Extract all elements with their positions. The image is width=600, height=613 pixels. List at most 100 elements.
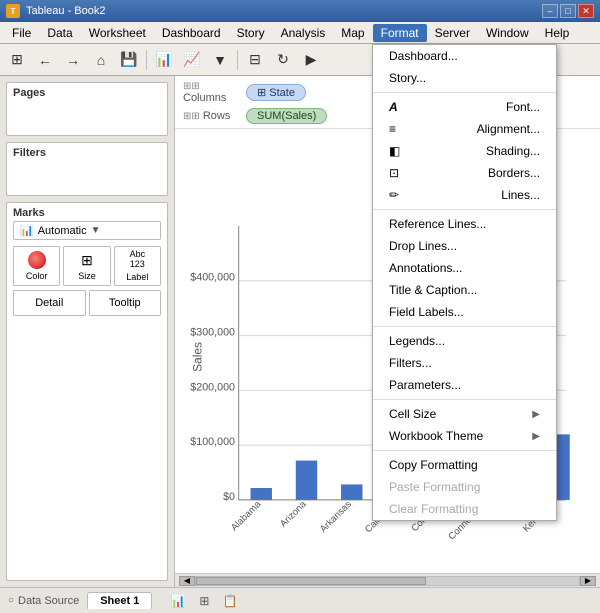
scrollbar-thumb[interactable] [196, 577, 426, 585]
format-reflines-item[interactable]: Reference Lines... [373, 213, 556, 235]
lines-icon: ✏ [389, 188, 399, 202]
new-sheet-icon[interactable]: 📊 [168, 591, 188, 611]
scroll-right-button[interactable]: ▶ [580, 576, 596, 586]
marks-bar-icon: 📊 [20, 224, 34, 237]
toolbar-chart3[interactable]: ▼ [207, 47, 233, 73]
svg-text:$100,000: $100,000 [190, 436, 235, 448]
bar-alabama[interactable] [251, 488, 272, 500]
new-dashboard-icon[interactable]: ⊞ [194, 591, 214, 611]
toolbar-refresh[interactable]: ↻ [270, 47, 296, 73]
svg-text:Alabama: Alabama [229, 499, 264, 534]
window-title: Tableau - Book2 [26, 5, 106, 17]
cellsize-arrow-icon: ▶ [532, 409, 540, 420]
menu-help[interactable]: Help [537, 24, 578, 42]
workbooktheme-arrow-icon: ▶ [532, 431, 540, 442]
marks-size-label: Size [78, 271, 96, 281]
bar-arkansas[interactable] [341, 484, 362, 499]
menu-analysis[interactable]: Analysis [273, 24, 334, 42]
marks-title: Marks [13, 207, 161, 219]
datasource-tab[interactable]: ○ Data Source [8, 595, 79, 607]
format-pasteformat-item: Paste Formatting [373, 476, 556, 498]
scrollbar-track[interactable] [195, 576, 580, 586]
format-alignment-item[interactable]: ≡ Alignment... [373, 118, 556, 140]
format-borders-label: Borders... [488, 166, 540, 180]
marks-section: Marks 📊 Automatic ▼ Color ⊞ Size Abc123 … [6, 202, 168, 581]
menu-format[interactable]: Format [373, 24, 427, 42]
marks-type-dropdown[interactable]: 📊 Automatic ▼ [13, 221, 161, 240]
marks-tooltip-button[interactable]: Tooltip [89, 290, 162, 316]
svg-text:Arizona: Arizona [278, 499, 309, 530]
scroll-left-button[interactable]: ◀ [179, 576, 195, 586]
format-story-item[interactable]: Story... [373, 67, 556, 89]
format-annotations-item[interactable]: Annotations... [373, 257, 556, 279]
marks-type-label: Automatic [38, 225, 87, 237]
toolbar-sep-2 [237, 50, 238, 70]
borders-icon: ⊡ [389, 166, 399, 180]
toolbar-forward[interactable]: → [60, 47, 86, 73]
label-text-icon: Abc123 [130, 250, 146, 270]
menu-file[interactable]: File [4, 24, 39, 42]
cellsize-label: Cell Size [389, 407, 436, 421]
svg-text:$200,000: $200,000 [190, 381, 235, 393]
left-panel: Pages Filters Marks 📊 Automatic ▼ Color [0, 76, 175, 587]
marks-label-label: Label [126, 272, 148, 282]
datasource-label: Data Source [18, 595, 79, 607]
alignment-icon: ≡ [389, 122, 396, 136]
workbooktheme-label: Workbook Theme [389, 429, 483, 443]
menu-worksheet[interactable]: Worksheet [81, 24, 154, 42]
marks-label-button[interactable]: Abc123 Label [114, 246, 161, 286]
status-bar: ○ Data Source Sheet 1 📊 ⊞ 📋 [0, 587, 600, 613]
sheet1-tab[interactable]: Sheet 1 [87, 592, 152, 609]
bar-arizona[interactable] [296, 461, 317, 500]
filters-title: Filters [13, 147, 161, 159]
format-fieldlabels-item[interactable]: Field Labels... [373, 301, 556, 323]
marks-color-button[interactable]: Color [13, 246, 60, 286]
format-filters-item[interactable]: Filters... [373, 352, 556, 374]
toolbar-new[interactable]: ⊞ [4, 47, 30, 73]
menu-window[interactable]: Window [478, 24, 537, 42]
svg-text:Sales: Sales [191, 342, 205, 372]
menu-story[interactable]: Story [229, 24, 273, 42]
columns-pill[interactable]: ⊞ State [246, 84, 306, 101]
format-font-item[interactable]: A Font... [373, 96, 556, 118]
format-sep-3 [373, 326, 556, 327]
format-workbooktheme-item[interactable]: Workbook Theme ▶ [373, 425, 556, 447]
format-lines-item[interactable]: ✏ Lines... [373, 184, 556, 206]
size-squares-icon: ⊞ [81, 252, 93, 269]
format-alignment-label: Alignment... [477, 122, 540, 136]
menu-data[interactable]: Data [39, 24, 80, 42]
toolbar-back[interactable]: ← [32, 47, 58, 73]
toolbar-sep-1 [146, 50, 147, 70]
format-copyformat-item[interactable]: Copy Formatting [373, 454, 556, 476]
marks-size-button[interactable]: ⊞ Size [63, 246, 110, 286]
circle-icon: ○ [8, 595, 14, 606]
format-clearformat-item: Clear Formatting [373, 498, 556, 520]
toolbar-more[interactable]: ▶ [298, 47, 324, 73]
format-shading-item[interactable]: ◧ Shading... [373, 140, 556, 162]
menu-map[interactable]: Map [333, 24, 372, 42]
format-cellsize-item[interactable]: Cell Size ▶ [373, 403, 556, 425]
toolbar-chart1[interactable]: 📊 [151, 47, 177, 73]
svg-text:Arkansas: Arkansas [318, 499, 354, 535]
new-story-icon[interactable]: 📋 [220, 591, 240, 611]
marks-detail-button[interactable]: Detail [13, 290, 86, 316]
rows-pill[interactable]: SUM(Sales) [246, 108, 327, 124]
minimize-button[interactable]: – [542, 4, 558, 18]
format-droplines-item[interactable]: Drop Lines... [373, 235, 556, 257]
format-parameters-item[interactable]: Parameters... [373, 374, 556, 396]
close-button[interactable]: ✕ [578, 4, 594, 18]
menu-server[interactable]: Server [427, 24, 478, 42]
toolbar-save[interactable]: 💾 [116, 47, 142, 73]
format-title-item[interactable]: Title & Caption... [373, 279, 556, 301]
maximize-button[interactable]: □ [560, 4, 576, 18]
format-borders-item[interactable]: ⊡ Borders... [373, 162, 556, 184]
toolbar-chart2[interactable]: 📈 [179, 47, 205, 73]
format-dropdown-menu: Dashboard... Story... A Font... ≡ Alignm… [372, 44, 557, 521]
toolbar-filter[interactable]: ⊟ [242, 47, 268, 73]
format-legends-item[interactable]: Legends... [373, 330, 556, 352]
format-sep-2 [373, 209, 556, 210]
dropdown-arrow-icon: ▼ [91, 225, 101, 236]
menu-dashboard[interactable]: Dashboard [154, 24, 229, 42]
toolbar-home[interactable]: ⌂ [88, 47, 114, 73]
format-dashboard-item[interactable]: Dashboard... [373, 45, 556, 67]
